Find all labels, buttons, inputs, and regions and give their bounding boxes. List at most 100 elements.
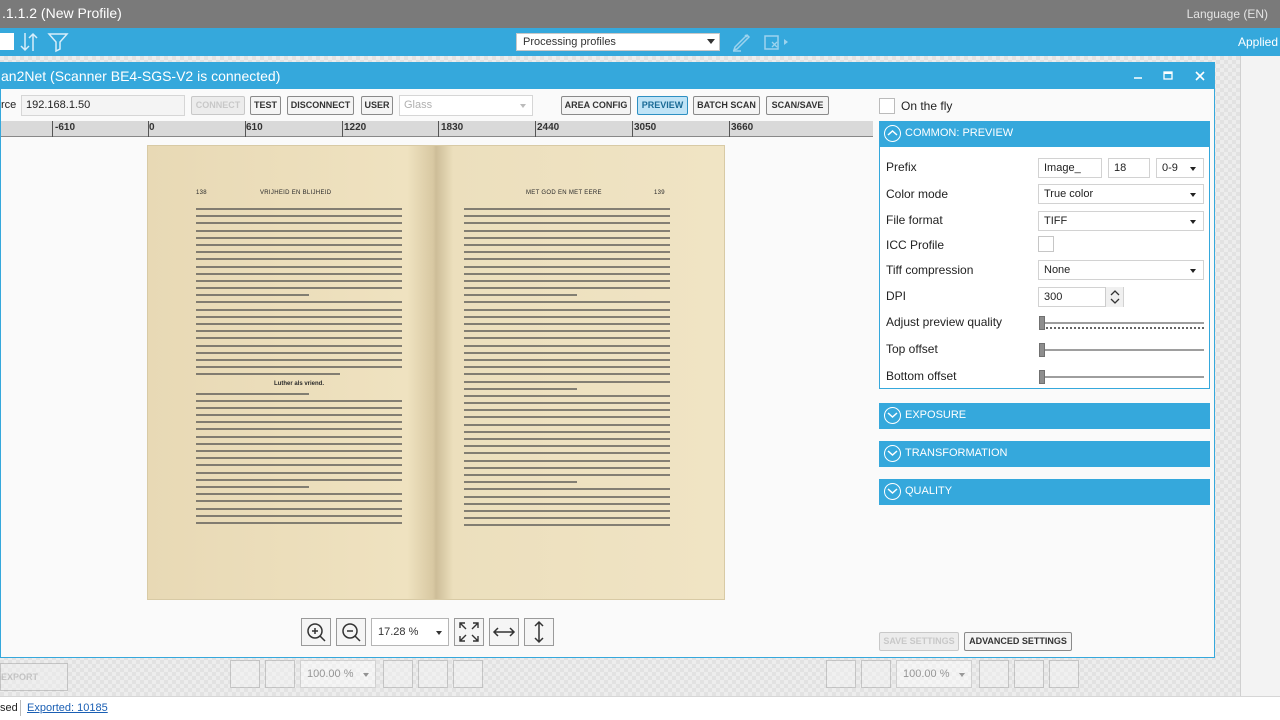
section-common-preview[interactable]: COMMON: PREVIEW bbox=[879, 121, 1210, 147]
text-line bbox=[196, 337, 402, 340]
apply-profile-icon[interactable] bbox=[762, 30, 792, 54]
scan-save-button[interactable]: SCAN/SAVE bbox=[766, 96, 829, 115]
preview-button[interactable]: PREVIEW bbox=[637, 96, 688, 115]
fit-width-icon[interactable] bbox=[418, 660, 448, 688]
zoom-out-icon[interactable] bbox=[265, 660, 295, 688]
chevron-down-icon bbox=[436, 631, 442, 635]
text-line bbox=[464, 423, 670, 426]
preview-quality-slider[interactable] bbox=[1042, 322, 1204, 324]
language-selector[interactable]: Language (EN) bbox=[1187, 7, 1268, 21]
fit-to-window-icon[interactable] bbox=[979, 660, 1009, 688]
test-button[interactable]: TEST bbox=[250, 96, 281, 115]
text-line bbox=[464, 495, 670, 498]
exported-link[interactable]: Exported: 10185 bbox=[27, 702, 108, 714]
fit-width-icon[interactable] bbox=[1014, 660, 1044, 688]
prefix-label: Prefix bbox=[886, 160, 917, 174]
top-offset-slider[interactable] bbox=[1042, 349, 1204, 351]
zoom-level-select[interactable]: 100.00 % bbox=[896, 660, 972, 688]
text-line bbox=[196, 236, 402, 239]
text-line bbox=[464, 265, 670, 268]
fit-height-icon[interactable] bbox=[1049, 660, 1079, 688]
section-exposure[interactable]: EXPOSURE bbox=[879, 403, 1210, 429]
text-line bbox=[464, 344, 670, 347]
connect-button[interactable]: CONNECT bbox=[191, 96, 245, 115]
prefix-digits-select[interactable]: 0-9 bbox=[1156, 158, 1204, 178]
color-mode-select[interactable]: True color bbox=[1038, 184, 1204, 204]
filter-icon[interactable] bbox=[46, 30, 70, 54]
bottom-offset-slider[interactable] bbox=[1042, 376, 1204, 378]
dpi-stepper[interactable]: 300 bbox=[1038, 287, 1124, 307]
dialog-titlebar: an2Net (Scanner BE4-SGS-V2 is connected) bbox=[1, 63, 1215, 89]
page-subtitle: Luther als vriend. bbox=[273, 380, 324, 387]
export-button[interactable]: EXPORT bbox=[0, 663, 68, 691]
section-quality[interactable]: QUALITY bbox=[879, 479, 1210, 505]
text-line bbox=[196, 243, 402, 246]
text-line bbox=[196, 435, 402, 438]
text-line bbox=[464, 323, 670, 325]
area-config-button[interactable]: AREA CONFIG bbox=[561, 96, 631, 115]
pencil-icon[interactable] bbox=[730, 30, 754, 54]
batch-scan-button[interactable]: BATCH SCAN bbox=[693, 96, 760, 115]
text-line bbox=[464, 287, 670, 290]
slider-thumb[interactable] bbox=[1039, 343, 1045, 357]
horizontal-ruler: -610 0 610 1220 1830 2440 3050 3660 bbox=[1, 121, 873, 137]
zoom-level-select[interactable]: 17.28 % bbox=[371, 618, 449, 646]
slider-thumb[interactable] bbox=[1039, 316, 1045, 330]
stepper-arrows-icon[interactable] bbox=[1105, 287, 1123, 307]
sort-arrows-icon[interactable] bbox=[18, 30, 42, 54]
tiff-compression-select[interactable]: None bbox=[1038, 260, 1204, 280]
text-line bbox=[196, 421, 402, 424]
fit-to-window-icon[interactable] bbox=[383, 660, 413, 688]
left-page-text: Luther als vriend. bbox=[196, 208, 402, 529]
on-the-fly-checkbox[interactable] bbox=[879, 98, 895, 114]
zoom-in-icon[interactable] bbox=[230, 660, 260, 688]
zoom-out-icon[interactable] bbox=[861, 660, 891, 688]
scan-preview-image[interactable]: 138 VRIJHEID EN BLIJHEID MET GOD EN MET … bbox=[147, 145, 725, 600]
maximize-icon[interactable] bbox=[1159, 67, 1177, 85]
user-button[interactable]: USER bbox=[361, 96, 393, 115]
chevron-down-icon bbox=[520, 104, 526, 108]
text-line bbox=[464, 272, 670, 275]
ruler-label: 610 bbox=[246, 122, 263, 133]
fit-width-button[interactable] bbox=[489, 618, 519, 646]
minimize-icon[interactable] bbox=[1129, 67, 1147, 85]
text-line bbox=[464, 351, 670, 354]
prefix-number-field[interactable]: 18 bbox=[1108, 158, 1150, 178]
white-panel-icon[interactable] bbox=[0, 33, 14, 50]
fit-height-button[interactable] bbox=[524, 618, 554, 646]
app-titlebar: .1.1.2 (New Profile) Language (EN) bbox=[0, 0, 1280, 28]
text-line bbox=[464, 236, 670, 239]
zoom-in-button[interactable] bbox=[301, 618, 331, 646]
text-line bbox=[464, 366, 670, 369]
close-icon[interactable] bbox=[1191, 67, 1209, 85]
dialog-title: an2Net (Scanner BE4-SGS-V2 is connected) bbox=[1, 68, 281, 84]
ruler-label: 0 bbox=[149, 122, 155, 133]
zoom-out-button[interactable] bbox=[336, 618, 366, 646]
glass-select[interactable]: Glass bbox=[399, 95, 533, 116]
text-line bbox=[464, 337, 670, 340]
ip-address-field[interactable]: 192.168.1.50 bbox=[21, 95, 185, 116]
advanced-settings-button[interactable]: ADVANCED SETTINGS bbox=[964, 632, 1072, 651]
text-line bbox=[464, 473, 670, 476]
processing-profiles-select[interactable]: Processing profiles bbox=[516, 33, 720, 51]
save-settings-button[interactable]: SAVE SETTINGS bbox=[879, 632, 959, 651]
slider-thumb[interactable] bbox=[1039, 370, 1045, 384]
text-line bbox=[464, 488, 670, 491]
prefix-field[interactable]: Image_ bbox=[1038, 158, 1102, 178]
text-line bbox=[196, 229, 402, 232]
text-line bbox=[464, 215, 670, 218]
ruler-tick bbox=[52, 121, 53, 137]
text-line bbox=[196, 493, 402, 496]
icc-profile-checkbox[interactable] bbox=[1038, 236, 1054, 252]
fit-to-window-button[interactable] bbox=[454, 618, 484, 646]
file-format-select[interactable]: TIFF bbox=[1038, 211, 1204, 231]
disconnect-button[interactable]: DISCONNECT bbox=[287, 96, 354, 115]
section-title: EXPOSURE bbox=[905, 409, 967, 421]
text-line bbox=[464, 294, 578, 297]
zoom-in-icon[interactable] bbox=[826, 660, 856, 688]
text-line bbox=[196, 272, 402, 275]
zoom-level-select[interactable]: 100.00 % bbox=[300, 660, 376, 688]
section-transformation[interactable]: TRANSFORMATION bbox=[879, 441, 1210, 467]
text-line bbox=[196, 308, 402, 311]
fit-height-icon[interactable] bbox=[453, 660, 483, 688]
